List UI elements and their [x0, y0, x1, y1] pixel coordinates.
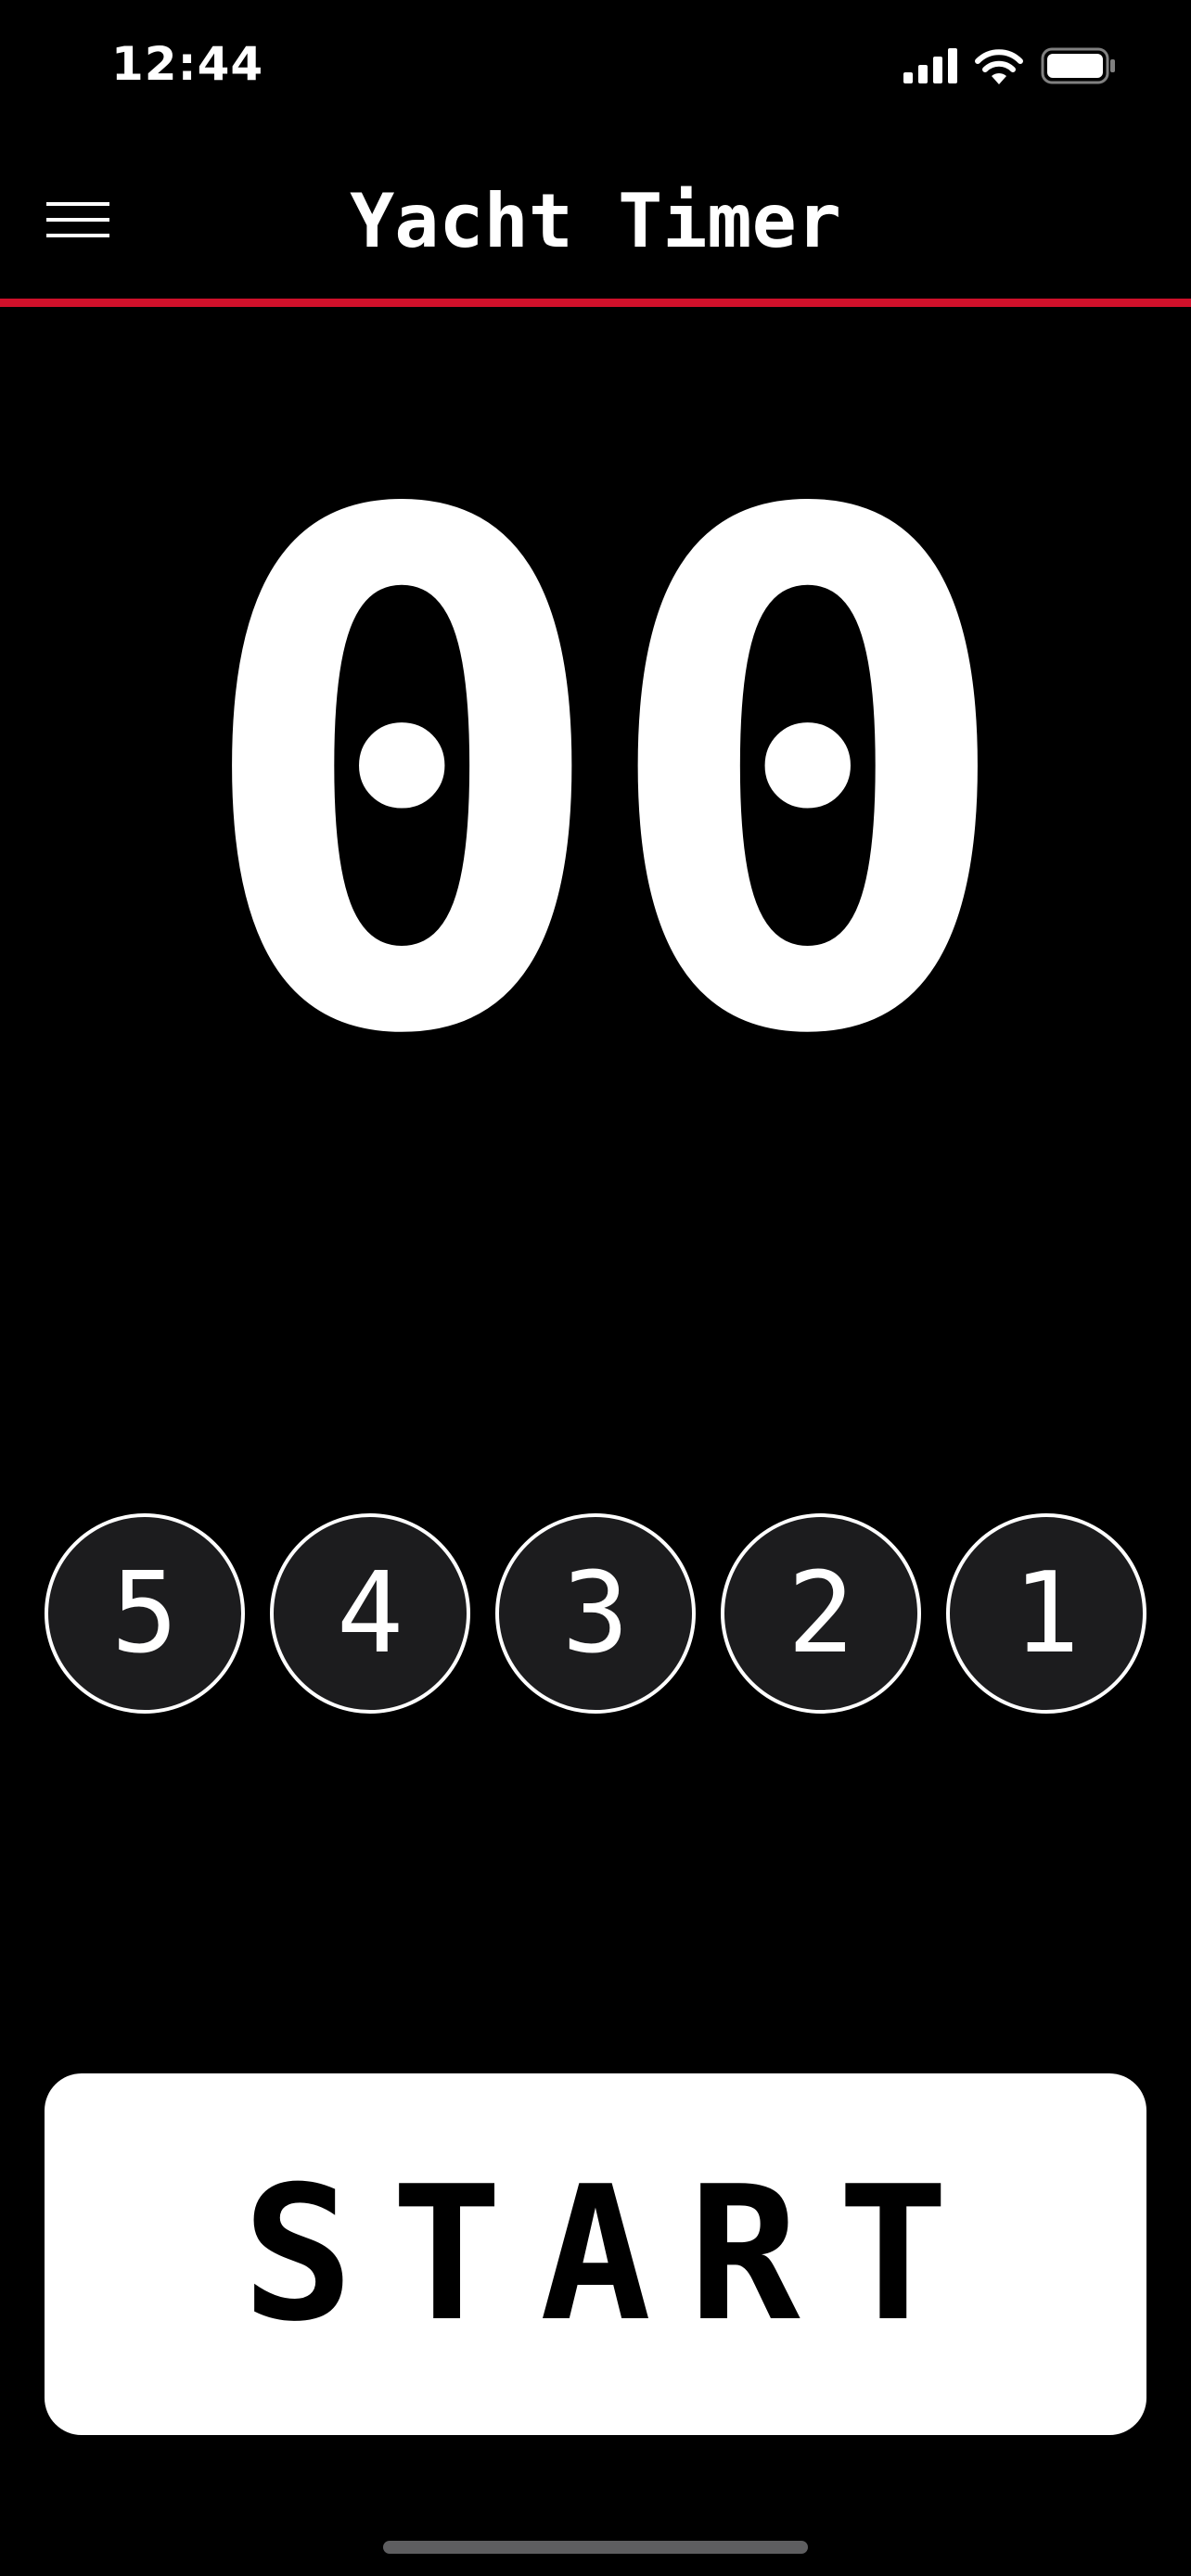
preset-minutes-row: 5 4 3 2 1 — [45, 1513, 1146, 1714]
status-icons — [903, 45, 1117, 87]
preset-5-button[interactable]: 5 — [45, 1513, 245, 1714]
status-bar: 12:44 — [0, 0, 1191, 139]
preset-2-button[interactable]: 2 — [721, 1513, 921, 1714]
wifi-icon — [975, 49, 1023, 84]
app-title: Yacht Timer — [350, 178, 841, 264]
preset-4-button[interactable]: 4 — [270, 1513, 470, 1714]
battery-icon — [1041, 47, 1115, 84]
app-header: Yacht Timer — [0, 139, 1191, 302]
status-time: 12:44 — [111, 37, 264, 91]
preset-1-button[interactable]: 1 — [946, 1513, 1146, 1714]
home-indicator[interactable] — [383, 2541, 808, 2554]
countdown-display: 00 — [189, 369, 1019, 1189]
header-divider — [0, 299, 1191, 307]
preset-3-button[interactable]: 3 — [495, 1513, 696, 1714]
start-button[interactable]: START — [45, 2073, 1146, 2435]
cellular-signal-icon — [903, 48, 957, 83]
